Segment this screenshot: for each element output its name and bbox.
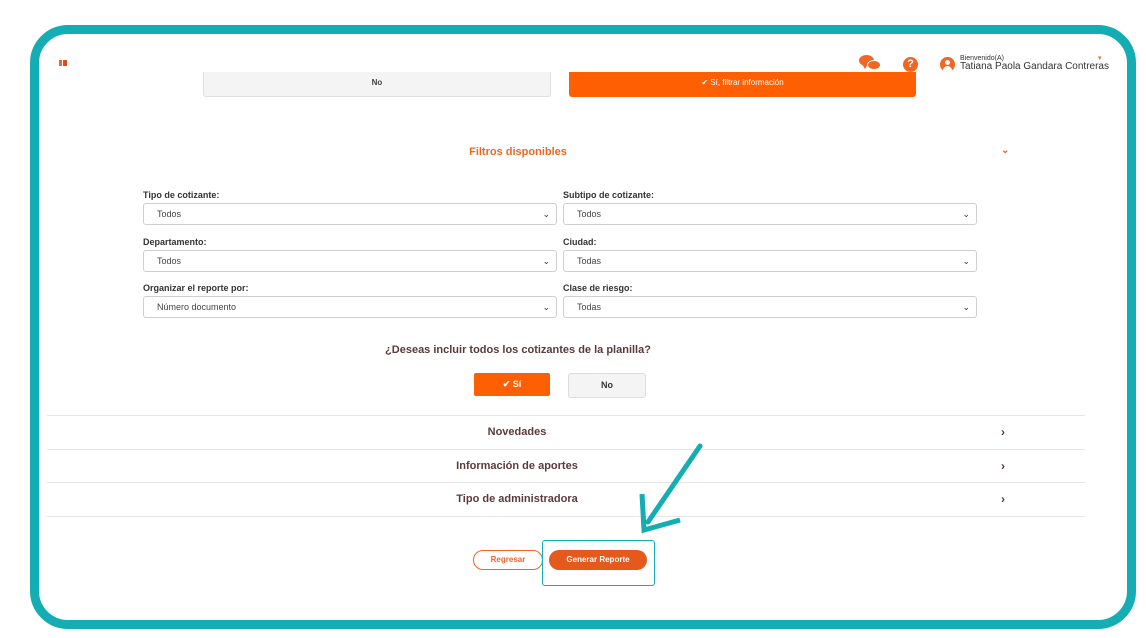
select-value: Todas [577,302,602,312]
select-value: Todos [577,209,602,219]
chevron-right-icon: › [1001,425,1005,439]
header-actions: ? Bienvenido(A) Tatiana Paola Gandara Co… [859,54,1109,74]
tipo-cotizante-label: Tipo de cotizante: [143,190,220,200]
chevron-down-icon: ⌄ [542,256,550,266]
include-yes-button[interactable]: ✔ Sí [474,373,550,396]
chat-icon[interactable] [859,54,883,74]
accordion-label: Tipo de administradora [456,493,578,505]
select-value: Todos [157,209,182,219]
accordion-label: Novedades [487,426,547,438]
divider [47,516,1085,517]
chevron-down-icon: ⌄ [542,209,550,219]
departamento-label: Departamento: [143,237,207,247]
accordion-novedades[interactable]: Novedades › [47,415,1085,449]
include-no-button[interactable]: No [568,373,646,398]
chevron-down-icon: ⌄ [962,209,970,219]
include-question: ¿Deseas incluir todos los cotizantes de … [385,344,651,356]
subtipo-cotizante-label: Subtipo de cotizante: [563,190,654,200]
select-value: Todos [157,256,182,266]
chevron-right-icon: › [1001,459,1005,473]
filter-yes-button[interactable]: ✔ Sí, filtrar información [569,72,916,97]
chevron-down-icon[interactable]: ⌄ [1001,145,1009,156]
subtipo-cotizante-select[interactable]: Todos ⌄ [563,203,977,225]
chevron-down-icon: ⌄ [542,302,550,312]
highlight-box [542,540,655,586]
organizar-reporte-select[interactable]: Número documento ⌄ [143,296,557,318]
help-icon[interactable]: ? [903,56,918,72]
accordion-informacion-aportes[interactable]: Información de aportes › [47,449,1085,483]
chevron-down-icon: ⌄ [962,302,970,312]
pointer-arrow-icon [639,443,703,534]
ciudad-label: Ciudad: [563,237,597,247]
chevron-down-icon: ⌄ [962,256,970,266]
tipo-cotizante-select[interactable]: Todos ⌄ [143,203,557,225]
report-page: ? Bienvenido(A) Tatiana Paola Gandara Co… [39,34,1127,620]
select-value: Número documento [157,302,237,312]
select-value: Todas [577,256,602,266]
clase-riesgo-label: Clase de riesgo: [563,283,633,293]
screenshot-frame: ? Bienvenido(A) Tatiana Paola Gandara Co… [30,25,1136,629]
filter-no-button[interactable]: No [203,72,551,97]
filters-title[interactable]: Filtros disponibles [39,146,997,158]
user-name: Tatiana Paola Gandara Contreras [960,61,1109,73]
user-icon[interactable] [940,56,955,72]
accordion-tipo-administradora[interactable]: Tipo de administradora › [47,482,1085,516]
accordion-label: Información de aportes [456,460,578,472]
logo [59,60,67,66]
clase-riesgo-select[interactable]: Todas ⌄ [563,296,977,318]
ciudad-select[interactable]: Todas ⌄ [563,250,977,272]
back-button[interactable]: Regresar [473,550,543,570]
organizar-reporte-label: Organizar el reporte por: [143,283,249,293]
user-info[interactable]: Bienvenido(A) Tatiana Paola Gandara Cont… [960,55,1109,73]
chevron-right-icon: › [1001,492,1005,506]
departamento-select[interactable]: Todos ⌄ [143,250,557,272]
caret-icon: ▾ [1098,55,1102,62]
